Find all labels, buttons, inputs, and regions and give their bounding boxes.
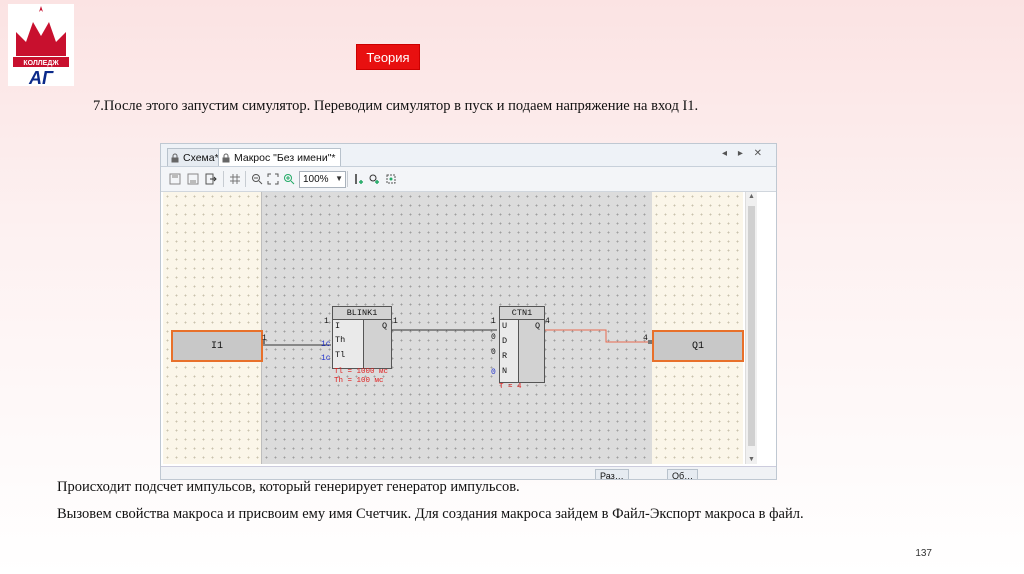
bottom-tab-1[interactable]: Раз… [595, 469, 629, 479]
input-block-label: I1 [210, 340, 223, 352]
counter-pin-r: R [502, 351, 508, 361]
counter-title: CTN1 [500, 307, 544, 320]
college-logo: КОЛЛЕДЖ АГ [8, 4, 74, 86]
counter-pins: U D R N [500, 320, 519, 382]
input-pin-value: 1 [262, 334, 267, 343]
counter-param: T = 4 [499, 383, 522, 391]
counter-pin-u: U [502, 321, 508, 331]
blink-pin-th: Th [335, 335, 346, 345]
counter-pin-q: Q [535, 321, 541, 331]
blink-pin-q: Q [382, 321, 388, 331]
counter-block[interactable]: CTN1 U D R N Q [499, 306, 545, 383]
output-block-q1[interactable]: Q1 [652, 330, 744, 362]
paragraph-2: Вызовем свойства макроса и присвоим ему … [57, 506, 804, 522]
counter-u-value: 1 [491, 317, 496, 326]
blink-param-th: Th = 100 мс [334, 377, 384, 385]
step-text: 7.После этого запустим симулятор. Перево… [93, 98, 699, 114]
blink-pin-tl: Tl [335, 350, 346, 360]
macro-editor-window: Схема* Макрос "Без имени"* ◂ ▸ ✕ 100% ▼ … [160, 143, 777, 480]
blink-out-value: 1 [393, 317, 398, 326]
blink-th-value: 1c [321, 340, 331, 349]
output-pin-value: 4 [643, 334, 648, 343]
blink-pin-i: I [335, 321, 341, 331]
counter-pin-d: D [502, 336, 508, 346]
counter-r-value: 0 [491, 348, 496, 357]
counter-d-value: 0 [491, 333, 496, 342]
theory-button[interactable]: Теория [356, 44, 420, 70]
counter-pin-n: N [502, 366, 508, 376]
blink-param-tl: Tl = 1000 мс [334, 368, 389, 376]
page-number: 137 [915, 548, 932, 559]
wires [261, 329, 652, 346]
counter-n-value: 0 [491, 368, 496, 377]
output-block-label: Q1 [691, 340, 704, 352]
blink-in-value: 1 [324, 317, 329, 326]
blink-pins: I Th Tl [333, 320, 364, 368]
paragraph-1: Происходит подсчет импульсов, который ге… [57, 479, 520, 495]
bottom-panel-tabs: Раз… Об… [161, 466, 776, 479]
counter-out-value: 4 [545, 317, 550, 326]
logo-text: КОЛЛЕДЖ [23, 60, 59, 67]
blink-tl-value: 1c [321, 354, 331, 363]
blink-block[interactable]: BLINK1 I Th Tl Q [332, 306, 392, 369]
logo-letters: АГ [28, 68, 54, 86]
input-block-i1[interactable]: I1 [171, 330, 263, 362]
blink-title: BLINK1 [333, 307, 391, 320]
bottom-tab-2[interactable]: Об… [667, 469, 699, 479]
